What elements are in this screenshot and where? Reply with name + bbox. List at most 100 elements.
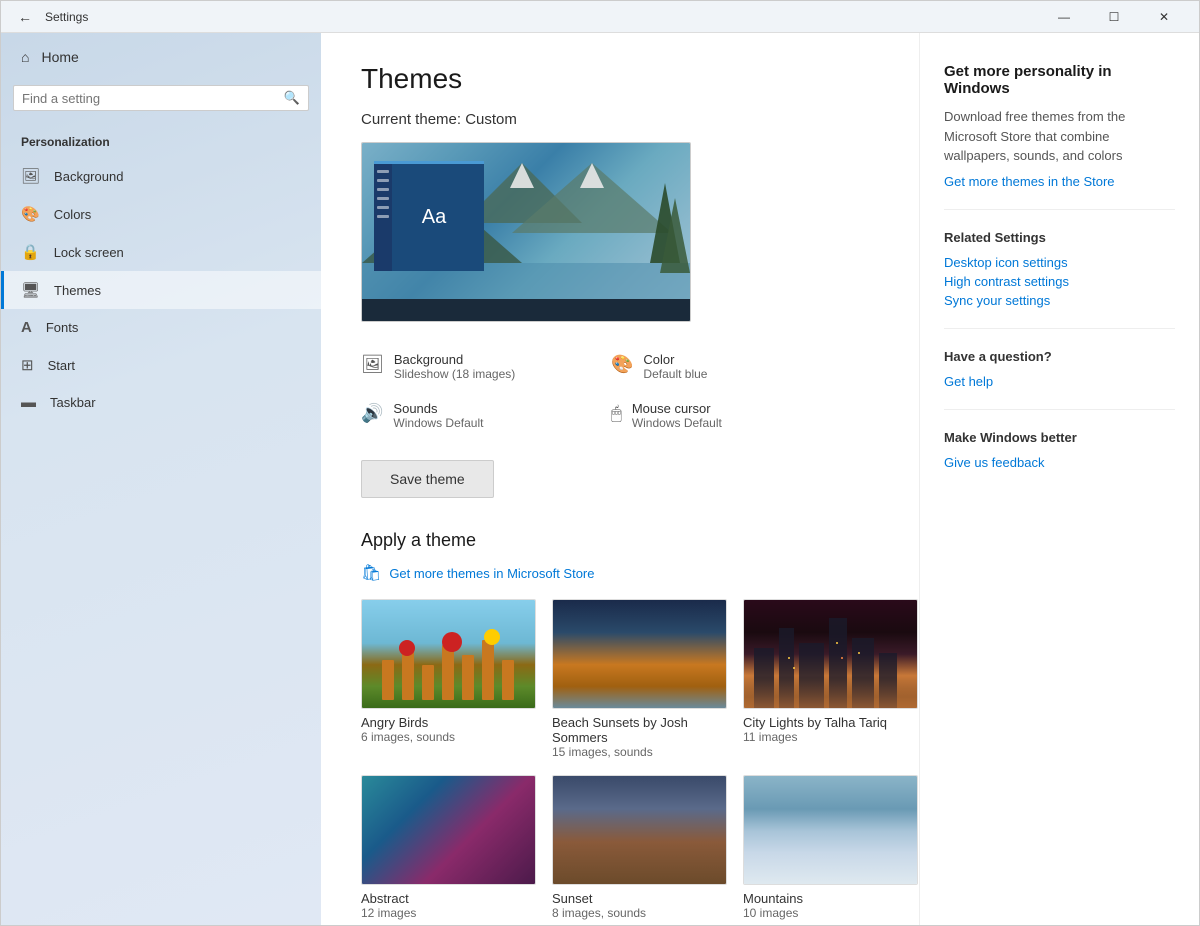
store-icon: 🛍: [361, 563, 381, 583]
attr-color[interactable]: 🎨 Color Default blue: [611, 342, 861, 391]
sidebar-item-fonts-label: Fonts: [46, 320, 79, 335]
background-icon: 🖼: [21, 167, 40, 185]
sidebar-item-themes[interactable]: 🖥 Themes: [1, 271, 321, 309]
window-controls: — ☐ ✕: [1041, 1, 1187, 33]
attr-sounds-text: Sounds Windows Default: [393, 401, 483, 430]
sunset-desc: 8 images, sounds: [552, 906, 727, 920]
attr-background[interactable]: 🖼 Background Slideshow (18 images): [361, 342, 611, 391]
promo-title: Get more personality in Windows: [944, 63, 1175, 97]
abstract-name: Abstract: [361, 891, 536, 906]
give-feedback-link[interactable]: Give us feedback: [944, 455, 1175, 470]
home-icon: ⌂: [21, 49, 29, 65]
angry-birds-img: [361, 599, 536, 709]
theme-card-angry-birds[interactable]: Angry Birds 6 images, sounds: [361, 599, 536, 759]
sidebar-item-background-label: Background: [54, 169, 123, 184]
save-theme-button[interactable]: Save theme: [361, 460, 494, 498]
attr-background-value: Slideshow (18 images): [394, 367, 515, 381]
maximize-button[interactable]: ☐: [1091, 1, 1137, 33]
sunset-name: Sunset: [552, 891, 727, 906]
theme-preview: Aa: [361, 142, 691, 322]
start-icon: ⊞: [21, 356, 34, 374]
help-title: Have a question?: [944, 349, 1175, 364]
attr-cursor-name: Mouse cursor: [632, 401, 722, 416]
sunset-img: [552, 775, 727, 885]
theme-card-mountains[interactable]: Mountains 10 images: [743, 775, 918, 920]
beach-sunsets-name: Beach Sunsets by Josh Sommers: [552, 715, 727, 745]
feedback-title: Make Windows better: [944, 430, 1175, 445]
sidebar-item-home[interactable]: ⌂ Home: [1, 33, 321, 81]
preview-background: Aa: [362, 143, 690, 321]
theme-card-beach-sunsets[interactable]: Beach Sunsets by Josh Sommers 15 images,…: [552, 599, 727, 759]
sidebar-item-themes-label: Themes: [54, 283, 101, 298]
attr-sounds-icon: 🔊: [361, 403, 383, 424]
sidebar-item-lock-label: Lock screen: [54, 245, 124, 260]
beach-sunsets-img: [552, 599, 727, 709]
beach-sunsets-desc: 15 images, sounds: [552, 745, 727, 759]
search-icon: 🔍: [284, 90, 300, 106]
themes-grid: Angry Birds 6 images, sounds Beach Sunse…: [361, 599, 879, 920]
theme-attributes: 🖼 Background Slideshow (18 images) 🎨 Col…: [361, 342, 861, 440]
mountains-desc: 10 images: [743, 906, 918, 920]
trees-svg: [610, 143, 690, 322]
city-lights-desc: 11 images: [743, 730, 918, 744]
search-input[interactable]: [22, 91, 284, 106]
sidebar-item-taskbar-label: Taskbar: [50, 395, 96, 410]
abstract-desc: 12 images: [361, 906, 536, 920]
sync-settings-link[interactable]: Sync your settings: [944, 293, 1175, 308]
colors-icon: 🎨: [21, 205, 40, 223]
attr-sounds-value: Windows Default: [393, 416, 483, 430]
mountains-name: Mountains: [743, 891, 918, 906]
minimize-button[interactable]: —: [1041, 1, 1087, 33]
promo-link[interactable]: Get more themes in the Store: [944, 174, 1175, 189]
divider-1: [944, 209, 1175, 210]
themes-icon: 🖥: [21, 281, 40, 299]
main-content: ⌂ Home 🔍 Personalization 🖼 Background 🎨 …: [1, 33, 1199, 925]
promo-desc: Download free themes from the Microsoft …: [944, 107, 1175, 166]
abstract-img: [361, 775, 536, 885]
back-button[interactable]: ←: [13, 5, 37, 29]
page-title: Themes: [361, 63, 879, 95]
desktop-icon-settings-link[interactable]: Desktop icon settings: [944, 255, 1175, 270]
close-button[interactable]: ✕: [1141, 1, 1187, 33]
theme-card-abstract[interactable]: Abstract 12 images: [361, 775, 536, 920]
settings-window: ← Settings — ☐ ✕ ⌂ Home 🔍 Personalizatio…: [0, 0, 1200, 926]
current-theme-label: Current theme: Custom: [361, 111, 879, 128]
attr-cursor-value: Windows Default: [632, 416, 722, 430]
right-panel: Get more personality in Windows Download…: [919, 33, 1199, 925]
attr-background-text: Background Slideshow (18 images): [394, 352, 515, 381]
angry-birds-desc: 6 images, sounds: [361, 730, 536, 744]
preview-window: Aa: [374, 161, 484, 271]
titlebar: ← Settings — ☐ ✕: [1, 1, 1199, 33]
sidebar-item-taskbar[interactable]: ▬ Taskbar: [1, 384, 321, 421]
store-link[interactable]: 🛍 Get more themes in Microsoft Store: [361, 563, 879, 583]
high-contrast-settings-link[interactable]: High contrast settings: [944, 274, 1175, 289]
get-help-link[interactable]: Get help: [944, 374, 1175, 389]
angry-birds-art: [362, 600, 536, 709]
angry-birds-name: Angry Birds: [361, 715, 536, 730]
sidebar-item-colors[interactable]: 🎨 Colors: [1, 195, 321, 233]
attr-color-name: Color: [643, 352, 707, 367]
home-label: Home: [41, 49, 78, 65]
store-link-label: Get more themes in Microsoft Store: [389, 566, 594, 581]
attr-mouse-cursor[interactable]: 🖱 Mouse cursor Windows Default: [611, 391, 861, 440]
sidebar-item-background[interactable]: 🖼 Background: [1, 157, 321, 195]
sidebar-item-colors-label: Colors: [54, 207, 92, 222]
apply-theme-heading: Apply a theme: [361, 530, 879, 551]
theme-card-sunset[interactable]: Sunset 8 images, sounds: [552, 775, 727, 920]
attr-sounds-name: Sounds: [393, 401, 483, 416]
attr-background-icon: 🖼: [361, 354, 384, 375]
attr-cursor-icon: 🖱: [611, 403, 622, 424]
attr-color-icon: 🎨: [611, 354, 633, 375]
lock-icon: 🔒: [21, 243, 40, 261]
sidebar-item-fonts[interactable]: A Fonts: [1, 309, 321, 346]
preview-sidebar: [374, 164, 392, 271]
sidebar-item-lock-screen[interactable]: 🔒 Lock screen: [1, 233, 321, 271]
sidebar: ⌂ Home 🔍 Personalization 🖼 Background 🎨 …: [1, 33, 321, 925]
attr-cursor-text: Mouse cursor Windows Default: [632, 401, 722, 430]
city-lights-name: City Lights by Talha Tariq: [743, 715, 918, 730]
attr-sounds[interactable]: 🔊 Sounds Windows Default: [361, 391, 611, 440]
preview-aa: Aa: [422, 206, 446, 229]
theme-card-city-lights[interactable]: City Lights by Talha Tariq 11 images: [743, 599, 918, 759]
sidebar-item-start[interactable]: ⊞ Start: [1, 346, 321, 384]
divider-2: [944, 328, 1175, 329]
